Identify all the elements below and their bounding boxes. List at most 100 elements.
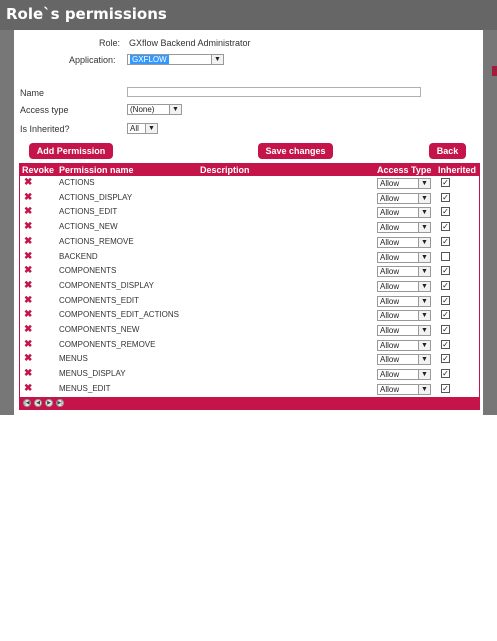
access-type-cell-select[interactable]: Allow ▼ [377,222,431,234]
chevron-down-icon: ▼ [418,208,430,218]
first-page-icon[interactable]: |◀ [23,399,31,407]
table-row: ✖ MENUS Allow ▼ ✓ [20,352,479,366]
prev-page-icon[interactable]: ◀ [34,399,42,407]
permission-name: MENUS [59,354,88,364]
access-type-cell-value: Allow [380,355,400,365]
permission-name: MENUS_DISPLAY [59,369,126,379]
permission-name: ACTIONS_REMOVE [59,236,134,246]
inherited-checkbox[interactable]: ✓ [441,325,450,334]
access-type-select[interactable]: (None) ▼ [127,104,182,115]
revoke-icon[interactable]: ✖ [24,177,32,188]
chevron-down-icon: ▼ [211,55,223,64]
access-type-cell-select[interactable]: Allow ▼ [377,192,431,204]
chevron-down-icon: ▼ [418,179,430,188]
chevron-down-icon: ▼ [418,296,430,306]
name-input[interactable] [127,87,421,97]
back-button[interactable]: Back [429,143,466,159]
access-type-cell-select[interactable]: Allow ▼ [377,266,431,278]
chevron-down-icon: ▼ [418,370,430,380]
inherited-checkbox[interactable]: ✓ [441,207,450,217]
access-type-value: (None) [130,105,155,114]
access-type-cell-value: Allow [380,311,400,321]
revoke-icon[interactable]: ✖ [24,206,32,217]
access-type-cell-value: Allow [380,340,400,350]
revoke-icon[interactable]: ✖ [24,280,32,291]
is-inherited-value: All [130,124,139,133]
chevron-down-icon: ▼ [418,252,430,262]
access-type-cell-value: Allow [380,193,400,203]
inherited-checkbox[interactable]: ✓ [441,310,450,320]
access-type-cell-value: Allow [380,237,400,247]
revoke-icon[interactable]: ✖ [24,383,32,394]
inherited-checkbox[interactable]: ✓ [441,236,450,246]
dialog-title-bar: Role`s permissions [0,0,497,30]
revoke-icon[interactable]: ✖ [24,265,32,276]
inherited-checkbox[interactable]: ✓ [441,280,450,290]
header-revoke: Revoke [22,165,55,175]
inherited-checkbox[interactable]: ✓ [441,339,450,349]
add-permission-button[interactable]: Add Permission [29,143,113,159]
access-type-cell-select[interactable]: Allow ▼ [377,178,431,189]
revoke-icon[interactable]: ✖ [24,221,32,232]
save-changes-button[interactable]: Save changes [258,143,333,159]
access-type-cell-select[interactable]: Allow ▼ [377,310,431,322]
revoke-icon[interactable]: ✖ [24,339,32,350]
revoke-icon[interactable]: ✖ [24,295,32,306]
application-select[interactable]: GXFLOW ▼ [127,54,224,65]
next-page-icon[interactable]: ▶ [45,399,53,407]
inherited-checkbox[interactable]: ✓ [441,192,450,202]
inherited-checkbox[interactable]: ✓ [441,295,450,305]
table-row: ✖ ACTIONS_DISPLAY Allow ▼ ✓ [20,191,479,205]
revoke-icon[interactable]: ✖ [24,236,32,247]
access-type-cell-value: Allow [380,370,400,380]
access-type-cell-select[interactable]: Allow ▼ [377,325,431,336]
table-row: ✖ ACTIONS_NEW Allow ▼ ✓ [20,220,479,234]
chevron-down-icon: ▼ [418,193,430,203]
role-value: GXflow Backend Administrator [129,38,251,48]
revoke-icon[interactable]: ✖ [24,251,32,262]
inherited-checkbox[interactable]: ✓ [441,369,450,379]
header-permission-name: Permission name [59,165,134,175]
access-type-cell-value: Allow [380,326,400,335]
inherited-checkbox[interactable] [441,251,450,261]
revoke-icon[interactable]: ✖ [24,324,32,335]
inherited-checkbox[interactable]: ✓ [441,178,450,187]
chevron-down-icon: ▼ [418,340,430,350]
is-inherited-select[interactable]: All ▼ [127,123,158,134]
revoke-icon[interactable]: ✖ [24,192,32,203]
access-type-cell-select[interactable]: Allow ▼ [377,236,431,248]
permission-name: COMPONENTS_NEW [59,325,140,334]
chevron-down-icon: ▼ [418,223,430,233]
access-type-label: Access type [20,105,69,115]
access-type-cell-select[interactable]: Allow ▼ [377,369,431,381]
access-type-cell-select[interactable]: Allow ▼ [377,295,431,307]
access-type-cell-select[interactable]: Allow ▼ [377,354,431,366]
last-page-icon[interactable]: ▶| [56,399,64,407]
access-type-cell-select[interactable]: Allow ▼ [377,280,431,292]
revoke-icon[interactable]: ✖ [24,309,32,320]
inherited-checkbox[interactable]: ✓ [441,222,450,232]
access-type-cell-select[interactable]: Allow ▼ [377,339,431,351]
permission-name: COMPONENTS [59,266,117,276]
table-row: ✖ MENUS_EDIT Allow ▼ ✓ [20,382,479,396]
permission-name: BACKEND [59,251,98,261]
access-type-cell-select[interactable]: Allow ▼ [377,251,431,263]
dialog-title: Role`s permissions [6,5,167,23]
header-description: Description [200,165,250,175]
resize-grip-icon[interactable]: ◢ [466,633,471,641]
application-selected-value: GXFLOW [130,55,169,64]
revoke-icon[interactable]: ✖ [24,353,32,364]
inherited-checkbox[interactable]: ✓ [441,266,450,276]
access-type-cell-select[interactable]: Allow ▼ [377,383,431,395]
inherited-checkbox[interactable]: ✓ [441,354,450,364]
permission-name: COMPONENTS_EDIT [59,295,140,305]
access-type-cell-select[interactable]: Allow ▼ [377,207,431,219]
access-type-cell-value: Allow [380,296,400,306]
revoke-icon[interactable]: ✖ [24,368,32,379]
permission-name: ACTIONS_EDIT [59,207,118,217]
table-row: ✖ ACTIONS_REMOVE Allow ▼ ✓ [20,235,479,249]
access-type-cell-value: Allow [380,223,400,233]
inherited-checkbox[interactable]: ✓ [441,383,450,393]
table-row: ✖ COMPONENTS Allow ▼ ✓ [20,264,479,278]
chevron-down-icon: ▼ [418,237,430,247]
